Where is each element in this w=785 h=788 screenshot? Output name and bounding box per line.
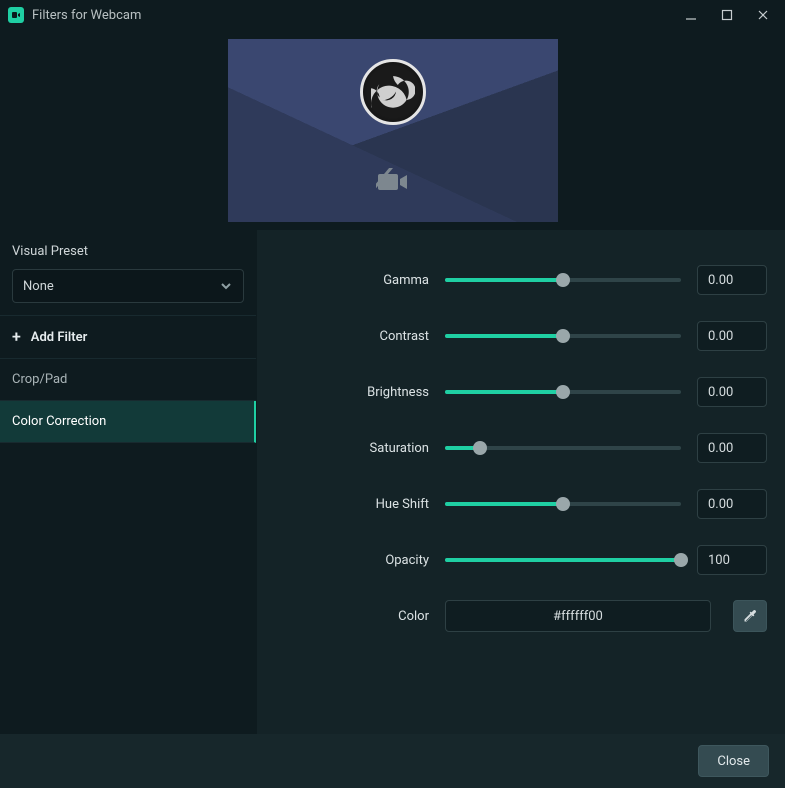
obs-logo-icon (360, 59, 426, 125)
property-value-input[interactable]: 100 (697, 545, 767, 575)
color-picker-button[interactable] (733, 600, 767, 632)
filter-list: Crop/Pad Color Correction (0, 359, 256, 443)
property-row: Saturation 0.00 (257, 420, 767, 476)
color-label: Color (257, 609, 429, 624)
property-value-input[interactable]: 0.00 (697, 433, 767, 463)
visual-preset-label: Visual Preset (12, 244, 244, 259)
property-slider[interactable] (445, 268, 681, 292)
plus-icon: + (12, 329, 21, 345)
property-slider[interactable] (445, 436, 681, 460)
color-value: #ffffff00 (553, 609, 603, 624)
property-row: Hue Shift 0.00 (257, 476, 767, 532)
properties-panel: Gamma0.00Contrast0.00Brightness0.00Satur… (257, 230, 785, 734)
slider-thumb[interactable] (556, 497, 570, 511)
filter-item-label: Color Correction (12, 414, 106, 429)
app-icon (8, 7, 24, 23)
add-filter-label: Add Filter (31, 330, 88, 345)
property-value-input[interactable]: 0.00 (697, 377, 767, 407)
property-row: Brightness 0.00 (257, 364, 767, 420)
slider-thumb[interactable] (556, 329, 570, 343)
property-label: Brightness (257, 385, 429, 400)
property-slider[interactable] (445, 324, 681, 348)
add-filter-button[interactable]: + Add Filter (0, 315, 256, 359)
color-input[interactable]: #ffffff00 (445, 600, 711, 632)
chevron-down-icon (219, 279, 233, 293)
slider-thumb[interactable] (473, 441, 487, 455)
window-title: Filters for Webcam (32, 8, 141, 23)
titlebar: Filters for Webcam (0, 0, 785, 30)
property-slider[interactable] (445, 380, 681, 404)
property-slider[interactable] (445, 548, 681, 572)
property-value-input[interactable]: 0.00 (697, 489, 767, 519)
property-row: Gamma 0.00 (257, 252, 767, 308)
property-label: Hue Shift (257, 497, 429, 512)
slider-thumb[interactable] (556, 385, 570, 399)
slider-thumb[interactable] (556, 273, 570, 287)
filter-item[interactable]: Crop/Pad (0, 359, 256, 401)
property-row: Opacity 100 (257, 532, 767, 588)
close-button-label: Close (717, 754, 750, 769)
maximize-button[interactable] (713, 1, 741, 29)
filter-item[interactable]: Color Correction (0, 401, 256, 443)
property-value-input[interactable]: 0.00 (697, 265, 767, 295)
source-preview (228, 39, 558, 222)
visual-preset-select[interactable]: None (12, 269, 244, 303)
property-row: Contrast 0.00 (257, 308, 767, 364)
slider-thumb[interactable] (674, 553, 688, 567)
property-value-input[interactable]: 0.00 (697, 321, 767, 351)
property-label: Opacity (257, 553, 429, 568)
property-label: Saturation (257, 441, 429, 456)
property-slider[interactable] (445, 492, 681, 516)
minimize-button[interactable] (677, 1, 705, 29)
property-label: Gamma (257, 273, 429, 288)
sidebar: Visual Preset None + Add Filter Crop/Pad… (0, 230, 257, 734)
preview-area (0, 30, 785, 230)
close-window-button[interactable] (749, 1, 777, 29)
visual-preset-value: None (23, 279, 54, 294)
close-button[interactable]: Close (698, 745, 769, 777)
property-label: Contrast (257, 329, 429, 344)
filter-item-label: Crop/Pad (12, 372, 67, 387)
camera-off-icon (376, 168, 410, 200)
footer: Close (0, 734, 785, 788)
eyedropper-icon (742, 608, 758, 624)
